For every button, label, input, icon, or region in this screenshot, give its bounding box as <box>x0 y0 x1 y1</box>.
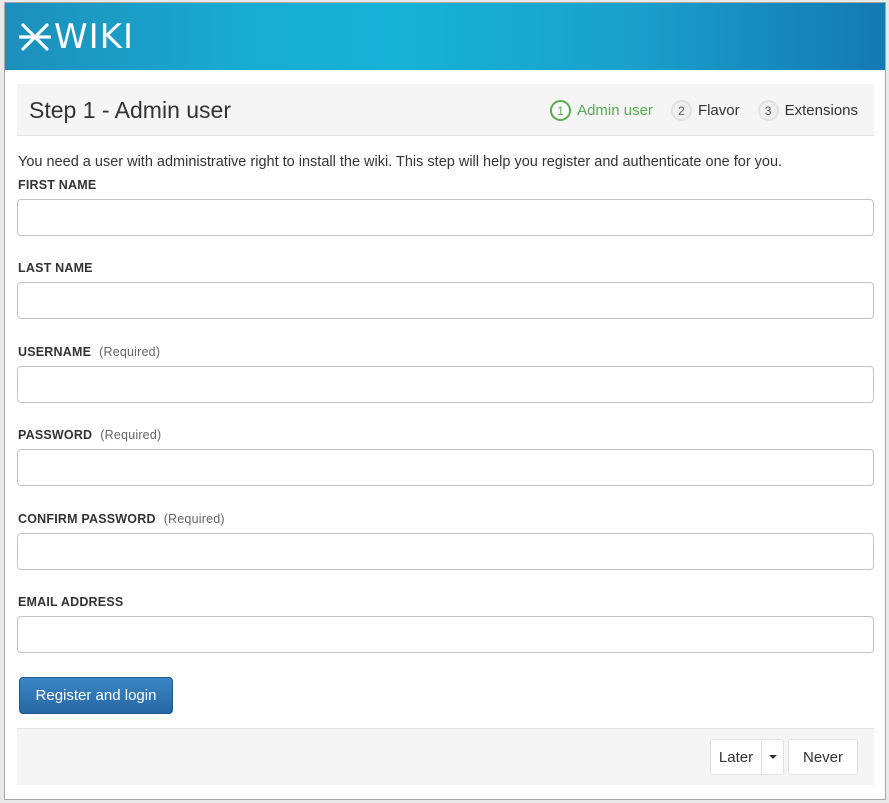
step-extensions: 3 Extensions <box>757 100 858 121</box>
required-hint: (Required) <box>100 428 162 442</box>
step-label: Extensions <box>784 102 858 119</box>
password-field[interactable] <box>17 449 874 486</box>
step-title: Step 1 - Admin user <box>29 97 231 123</box>
logo-text: WIKI <box>54 17 134 57</box>
username-label: USERNAME (Required) <box>18 345 161 359</box>
step-flavor: 2 Flavor <box>670 100 740 121</box>
xwiki-x-icon <box>19 23 51 51</box>
first-name-field[interactable] <box>17 199 874 236</box>
footer-actions: Later Never <box>17 728 874 785</box>
later-button[interactable]: Later <box>710 739 761 775</box>
step-number: 1 <box>550 100 572 121</box>
last-name-label: LAST NAME <box>18 261 93 275</box>
never-button[interactable]: Never <box>788 739 858 775</box>
first-name-label: FIRST NAME <box>18 178 97 192</box>
email-field[interactable] <box>17 616 874 653</box>
xwiki-logo: WIKI <box>19 18 134 56</box>
required-hint: (Required) <box>163 512 225 526</box>
password-label: PASSWORD (Required) <box>18 428 162 442</box>
confirm-password-label: CONFIRM PASSWORD (Required) <box>18 512 225 526</box>
header-banner: WIKI <box>5 3 885 70</box>
step-label: Admin user <box>577 102 653 119</box>
register-and-login-button[interactable]: Register and login <box>19 677 173 714</box>
install-wizard: WIKI Step 1 - Admin user 1 Admin user 2 … <box>4 2 886 800</box>
step-admin-user: 1 Admin user <box>550 100 653 121</box>
intro-text: You need a user with administrative righ… <box>18 154 783 170</box>
later-button-group: Later <box>710 739 784 775</box>
caret-down-icon <box>768 755 777 759</box>
step-label: Flavor <box>697 102 740 119</box>
required-hint: (Required) <box>99 345 161 359</box>
username-field[interactable] <box>17 366 874 403</box>
step-number: 3 <box>757 100 779 121</box>
email-label: EMAIL ADDRESS <box>18 595 124 609</box>
step-indicator: 1 Admin user 2 Flavor 3 Extensions <box>532 100 858 121</box>
later-dropdown-toggle[interactable] <box>761 739 784 775</box>
confirm-password-field[interactable] <box>17 533 874 570</box>
last-name-field[interactable] <box>17 282 874 319</box>
step-number: 2 <box>670 100 692 121</box>
step-header: Step 1 - Admin user 1 Admin user 2 Flavo… <box>17 84 874 136</box>
